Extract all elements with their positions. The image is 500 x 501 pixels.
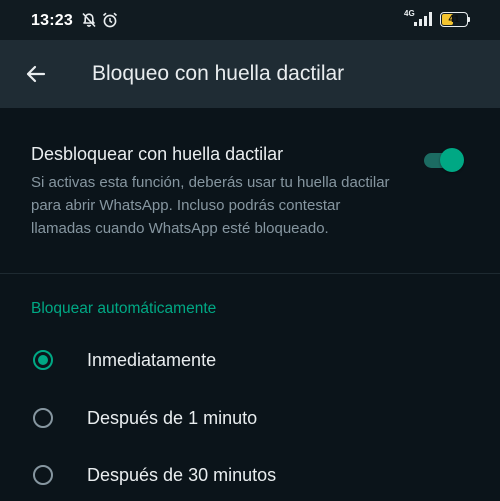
battery-tip [468, 17, 470, 22]
divider [0, 273, 500, 274]
fingerprint-setting[interactable]: Desbloquear con huella dactilar Si activ… [31, 143, 401, 240]
radio-checked[interactable] [33, 350, 53, 370]
app-bar: Bloqueo con huella dactilar [0, 40, 500, 108]
status-time: 13:23 [31, 12, 73, 29]
bell-off-icon [80, 11, 98, 34]
option-1-minute[interactable]: Después de 1 minuto [31, 396, 471, 440]
battery-level: 41 [448, 14, 460, 25]
option-label: Después de 1 minuto [87, 407, 258, 428]
option-30-minutes[interactable]: Después de 30 minutos [31, 453, 471, 497]
option-label: Inmediatamente [87, 349, 217, 370]
section-title: Bloquear automáticamente [31, 300, 217, 317]
radio-unchecked[interactable] [33, 408, 53, 428]
arrow-left-icon[interactable] [24, 62, 48, 86]
alarm-icon [101, 11, 119, 34]
status-bar: 13:23 4G 41 [0, 0, 500, 40]
battery-icon: 41 [440, 12, 468, 27]
option-immediately[interactable]: Inmediatamente [31, 338, 471, 382]
radio-unchecked[interactable] [33, 465, 53, 485]
setting-title: Desbloquear con huella dactilar [31, 144, 284, 164]
setting-description: Si activas esta función, deberás usar tu… [31, 174, 390, 237]
signal-icon [414, 12, 434, 31]
toggle-thumb [440, 148, 464, 172]
option-label: Después de 30 minutos [87, 464, 277, 485]
page-title: Bloqueo con huella dactilar [92, 62, 345, 85]
fingerprint-toggle[interactable] [424, 148, 466, 172]
